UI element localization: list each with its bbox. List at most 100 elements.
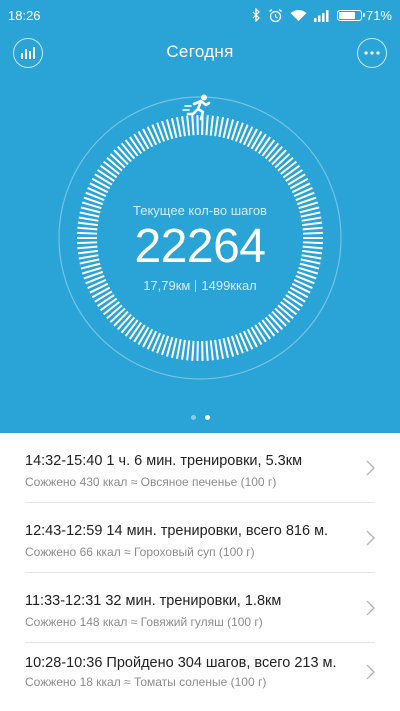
ring-tick	[261, 319, 276, 337]
ring-tick	[254, 324, 267, 343]
ring-tick	[96, 169, 115, 182]
activity-title: 10:28-10:36 Пройдено 304 шагов, всего 21…	[25, 655, 337, 671]
chevron-right-icon	[366, 600, 375, 615]
activity-title: 11:33-12:31 32 мин. тренировки, 1.8км	[25, 593, 282, 609]
ring-tick	[285, 294, 304, 307]
page-dot[interactable]	[190, 415, 196, 420]
ring-tick	[274, 153, 291, 169]
ring-tick	[222, 338, 230, 358]
summary-panel: 18:26 71% Сегодня Текущее кол-во шагов 2…	[0, 0, 400, 433]
ring-tick	[205, 115, 209, 136]
ring-tick	[113, 310, 129, 327]
ring-tick	[282, 297, 301, 312]
more-icon	[364, 51, 380, 55]
ring-tick	[214, 116, 219, 137]
ring-tick	[191, 340, 195, 361]
ring-tick	[116, 145, 132, 163]
ring-tick	[277, 304, 294, 320]
ring-tick	[209, 340, 214, 361]
ring-tick	[186, 115, 191, 136]
steps-count: 22264	[134, 220, 266, 273]
distance-value: 17,79км	[143, 278, 191, 294]
ring-tick	[285, 169, 304, 182]
chevron-right-icon	[366, 664, 375, 679]
ring-tick	[282, 164, 301, 179]
ring-tick	[214, 339, 219, 360]
wifi-icon	[290, 9, 307, 21]
steps-label: Текущее кол-во шагов	[133, 203, 267, 218]
ring-tick	[99, 297, 118, 312]
ring-tick	[116, 313, 132, 331]
ring-tick	[186, 340, 191, 361]
activity-title: 12:43-12:59 14 мин. тренировки, всего 81…	[25, 523, 329, 539]
activity-list: 14:32-15:40 1 ч. 6 мин. тренировки, 5.3к…	[0, 433, 400, 700]
ring-tick	[209, 115, 214, 136]
more-button[interactable]	[357, 38, 387, 68]
status-icons: 71%	[252, 8, 392, 23]
activity-detail: Сожжено 66 ккал ≈ Гороховый суп (100 г)	[25, 545, 255, 559]
activity-item[interactable]: 12:43-12:59 14 мин. тренировки, всего 81…	[25, 503, 375, 573]
calories-value: 1499ккал	[201, 278, 257, 294]
ring-tick	[91, 177, 111, 190]
activity-item[interactable]: 14:32-15:40 1 ч. 6 мин. тренировки, 5.3к…	[25, 433, 375, 503]
ring-tick	[271, 310, 287, 327]
ring-tick	[218, 116, 225, 138]
page-title: Сегодня	[166, 42, 234, 61]
ring-tick	[96, 294, 115, 307]
ring-tick	[102, 301, 120, 316]
activity-title: 14:32-15:40 1 ч. 6 мин. тренировки, 5.3к…	[25, 453, 303, 469]
activity-item[interactable]: 11:33-12:31 32 мин. тренировки, 1.8км Со…	[25, 573, 375, 643]
battery-icon	[336, 9, 365, 21]
ring-tick	[277, 156, 294, 172]
ring-tick	[181, 339, 186, 360]
ring-tick	[191, 115, 195, 136]
ring-tick	[109, 153, 126, 169]
signal-icon	[313, 9, 329, 22]
ring-tick	[264, 142, 280, 160]
ring-tick	[133, 324, 146, 343]
ring-tick	[102, 160, 120, 175]
ring-tick	[264, 316, 280, 334]
ring-tick	[128, 136, 143, 154]
ring-center: Текущее кол-во шагов 22264 17,79км 1499к…	[0, 203, 400, 293]
ring-tick	[94, 173, 113, 186]
ring-tick	[254, 133, 267, 152]
ring-tick	[274, 307, 291, 323]
bluetooth-icon	[252, 8, 260, 22]
ring-tick	[124, 139, 139, 157]
ring-tick	[205, 340, 209, 361]
ring-tick	[133, 133, 146, 152]
ring-tick	[124, 319, 139, 337]
top-bar: Сегодня	[0, 30, 400, 76]
ring-tick	[170, 338, 178, 358]
ring-tick	[113, 149, 129, 166]
ring-tick	[175, 116, 182, 138]
ring-tick	[170, 118, 178, 138]
ring-tick	[250, 130, 263, 150]
ring-tick	[109, 307, 126, 323]
ring-tick	[268, 145, 284, 163]
alarm-icon	[269, 8, 282, 22]
ring-tick	[106, 156, 123, 172]
activity-detail: Сожжено 430 ккал ≈ Овсяное печенье (100 …	[25, 475, 277, 489]
chevron-right-icon	[366, 460, 375, 475]
ring-tick	[250, 326, 263, 346]
ring-tick	[222, 118, 230, 138]
ring-tick	[99, 164, 118, 179]
activity-item[interactable]: 10:28-10:36 Пройдено 304 шагов, всего 21…	[25, 643, 375, 700]
ring-tick	[280, 160, 298, 175]
ring-tick	[289, 177, 309, 190]
page-indicator	[0, 415, 400, 420]
status-time: 18:26	[8, 7, 41, 23]
activity-detail: Сожжено 18 ккал ≈ Томаты соленые (100 г)	[25, 675, 267, 689]
battery-level: 71%	[365, 7, 392, 23]
page-dot-active[interactable]	[204, 415, 210, 420]
ring-tick	[257, 136, 272, 154]
ring-tick	[271, 149, 287, 166]
chevron-right-icon	[366, 530, 375, 545]
ring-tick	[128, 322, 143, 340]
summary-divider	[195, 279, 197, 292]
ring-tick	[218, 338, 225, 360]
activity-detail: Сожжено 148 ккал ≈ Говяжий гуляш (100 г)	[25, 615, 263, 629]
steps-ring[interactable]: Текущее кол-во шагов 22264 17,79км 1499к…	[0, 80, 400, 420]
